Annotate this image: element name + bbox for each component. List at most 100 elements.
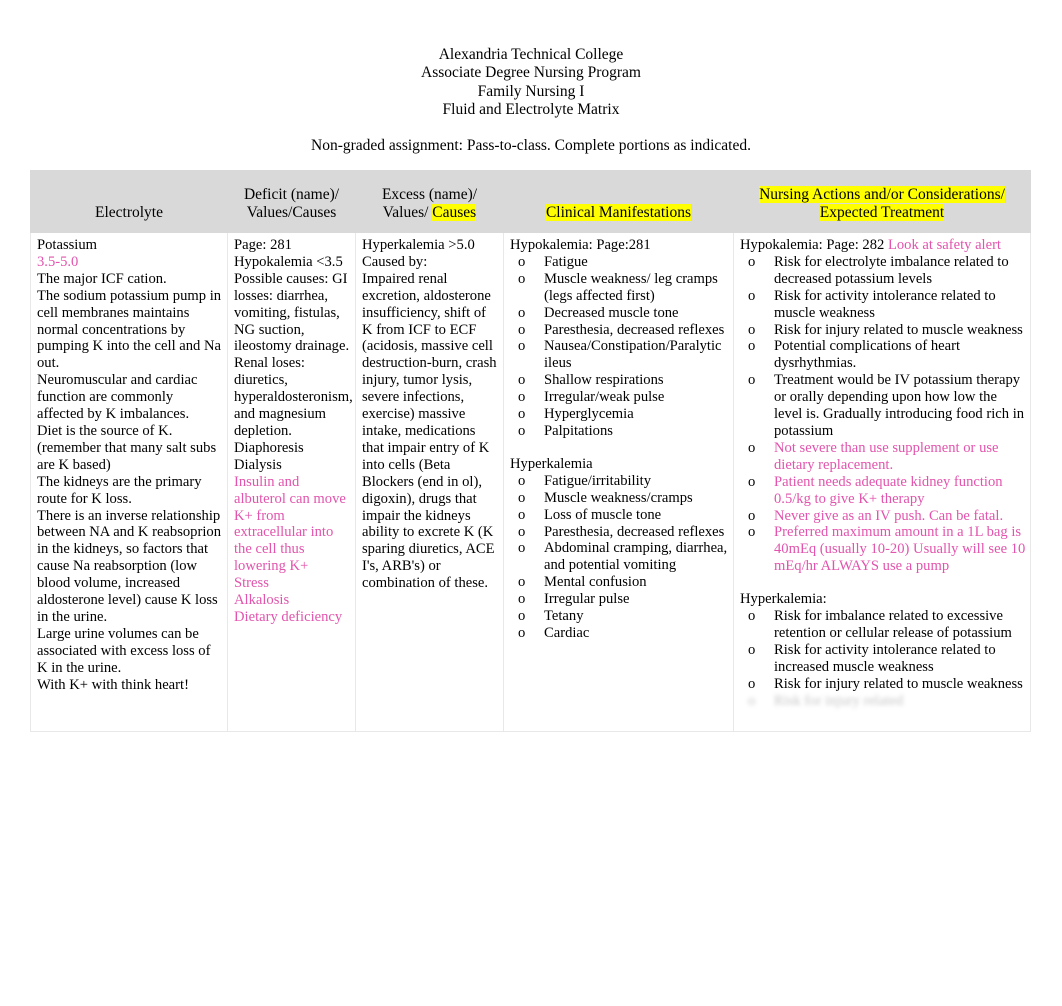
item-text: Cardiac (544, 624, 590, 641)
electrolyte-text-line: Neuromuscular and cardiac function are c… (37, 372, 198, 423)
manifestation-item: o Nausea/Constipation/Paralytic ileus (510, 338, 729, 372)
manifestation-item: o Decreased muscle tone (510, 305, 729, 322)
nursing-action-heading: Hyperkalemia: (740, 591, 1026, 608)
bullet-marker-icon: o (748, 524, 756, 541)
deficit-text-line: Dialysis (234, 456, 282, 473)
header-text: Values/ (382, 204, 433, 222)
heading-text: Hyperkalemia (510, 455, 593, 472)
bullet-marker-icon: o (748, 692, 756, 709)
heading-text: Hypokalemia: Page:281 (510, 237, 651, 253)
excess-text-line: Hyperkalemia >5.0 (362, 237, 475, 253)
header-highlight-text: Causes (432, 204, 477, 222)
manifestation-item: o Muscle weakness/ leg cramps (legs affec… (510, 271, 729, 305)
item-text: Paresthesia, decreased reflexes (544, 523, 725, 540)
nursing-action-item: o Preferred maximum amount in a 1L bag is… (740, 524, 1026, 575)
manifestation-item: o Paresthesia, decreased reflexes (510, 322, 729, 339)
electrolyte-text-line: The sodium potassium pump in cell membra… (37, 287, 222, 372)
bullet-marker-icon: o (518, 523, 526, 540)
assignment-note: Non-graded assignment: Pass-to-class. Co… (311, 137, 751, 154)
bullet-marker-icon: o (748, 641, 756, 658)
header-line: Values/Causes (232, 204, 351, 223)
manifestation-heading: Hypokalemia: Page:281 (510, 237, 729, 254)
excess-text-line: Caused by: (362, 253, 428, 270)
bullet-marker-icon: o (748, 507, 756, 524)
item-text: Patient needs adequate kidney function 0… (774, 473, 1003, 507)
item-text: Risk for activity intolerance related to… (774, 641, 996, 675)
item-text: Decreased muscle tone (544, 304, 679, 321)
manifestation-item: o Loss of muscle tone (510, 507, 729, 524)
deficit-text-line: Dietary deficiency (234, 608, 343, 625)
fluid-electrolyte-matrix-table: Electrolyte Deficit (name)/Values/Causes… (30, 170, 1031, 732)
bullet-marker-icon: o (518, 608, 526, 625)
column-header-deficit: Deficit (name)/Values/Causes (227, 170, 356, 233)
header-highlight-text: Expected Treatment (819, 204, 945, 222)
nursing-action-item: o Risk for activity intolerance related t… (740, 288, 1026, 322)
cell-nursing: Hypokalemia: Page: 282 Look at safety al… (733, 232, 1031, 732)
deficit-text-line: Insulin and albuterol can move K+ from e… (234, 473, 346, 575)
electrolyte-text-line: There is an inverse relationship between… (37, 507, 221, 625)
header-line: Clinical Manifestations (508, 204, 729, 223)
bullet-marker-icon: o (518, 270, 526, 287)
nursing-action-item: o Risk for activity intolerance related t… (740, 642, 1026, 676)
bullet-marker-icon: o (518, 406, 526, 423)
heading-text: Hyperkalemia: (740, 591, 827, 608)
cell-electrolyte: Potassium 3.5-5.0 The major ICF cation. The… (30, 232, 228, 732)
manifestation-item: o Muscle weakness/cramps (510, 490, 729, 507)
bullet-marker-icon: o (518, 489, 526, 506)
header-text: Values/Causes (246, 204, 337, 222)
item-text: Nausea/Constipation/Paralytic ileus (544, 338, 722, 372)
nursing-action-item: o Never give as an IV push. Can be fatal. (740, 508, 1026, 525)
bullet-marker-icon: o (748, 608, 756, 625)
item-text: Fatigue/irritability (544, 472, 652, 489)
bullet-marker-icon: o (518, 472, 526, 489)
electrolyte-text-line: With K+ with think heart! (37, 676, 189, 693)
item-text: Treatment would be IV potassium therapy … (774, 372, 1025, 439)
electrolyte-text-line: Large urine volumes can be associated wi… (37, 625, 211, 676)
table-header-row: Electrolyte Deficit (name)/Values/Causes… (30, 170, 1031, 233)
nursing-action-item: o Not severe than use supplement or use d… (740, 440, 1026, 474)
title-line-2: Associate Degree Nursing Program (421, 64, 641, 82)
manifestation-item: o Palpitations (510, 423, 729, 440)
manifestation-item: o Paresthesia, decreased reflexes (510, 524, 729, 541)
nursing-action-item: o Risk for injury related to muscle weakn… (740, 676, 1026, 693)
electrolyte-text-line: Potassium (37, 237, 98, 253)
bullet-marker-icon: o (518, 624, 526, 641)
deficit-text-line: Renal loses: diuretics, hyperaldosteroni… (234, 355, 353, 439)
electrolyte-text-line: Diet is the source of K. (remember that … (37, 422, 217, 473)
bullet-marker-icon: o (748, 338, 756, 355)
item-text: Risk for electrolyte imbalance related t… (774, 253, 1009, 287)
deficit-text-line: Page: 281 (234, 237, 292, 253)
manifestation-item: o Cardiac (510, 625, 729, 642)
item-text: Loss of muscle tone (544, 506, 662, 523)
header-line: Excess (name)/ (381, 185, 478, 203)
item-text: Potential complications of heart dysrhyt… (774, 338, 961, 372)
document-page: Alexandria Technical College Associate D… (0, 0, 1062, 1006)
bullet-marker-icon: o (518, 304, 526, 321)
item-text: Not severe than use supplement or use di… (774, 439, 999, 473)
nursing-action-item: o Treatment would be IV potassium therapy… (740, 372, 1026, 440)
bullet-marker-icon: o (518, 389, 526, 406)
item-text: Hyperglycemia (544, 406, 634, 423)
item-text: Muscle weakness/ leg cramps (legs affect… (544, 270, 718, 304)
manifestation-item: o Hyperglycemia (510, 406, 729, 423)
cell-manifestations: Hypokalemia: Page:281 o Fatigue o Muscle wea… (503, 232, 734, 732)
deficit-text-line: Alkalosis (234, 592, 290, 609)
deficit-text-line: Diaphoresis (234, 439, 304, 456)
item-text: Risk for activity intolerance related to… (774, 287, 996, 321)
bullet-marker-icon: o (518, 574, 526, 591)
header-line: Expected Treatment (738, 204, 1026, 223)
title-line-1: Alexandria Technical College (438, 46, 624, 63)
nursing-action-item: o Risk for imbalance related to excessive… (740, 608, 1026, 642)
table-row: Potassium 3.5-5.0 The major ICF cation. The… (30, 232, 1031, 732)
item-text: Tetany (544, 608, 584, 625)
bullet-marker-icon: o (518, 338, 526, 355)
bullet-marker-icon: o (518, 591, 526, 608)
nursing-action-item: o Potential complications of heart dysrhy… (740, 338, 1026, 372)
bullet-marker-icon: o (748, 473, 756, 490)
deficit-text-line: Hypokalemia <3.5 (234, 253, 343, 270)
manifestation-item: o Irregular/weak pulse (510, 389, 729, 406)
column-header-clinical-manifestations: Clinical Manifestations (503, 170, 734, 233)
excess-text-line: Impaired renal excretion, aldosterone in… (362, 270, 497, 592)
title-line-4: Fluid and Electrolyte Matrix (442, 101, 620, 119)
bullet-marker-icon: o (748, 321, 756, 338)
